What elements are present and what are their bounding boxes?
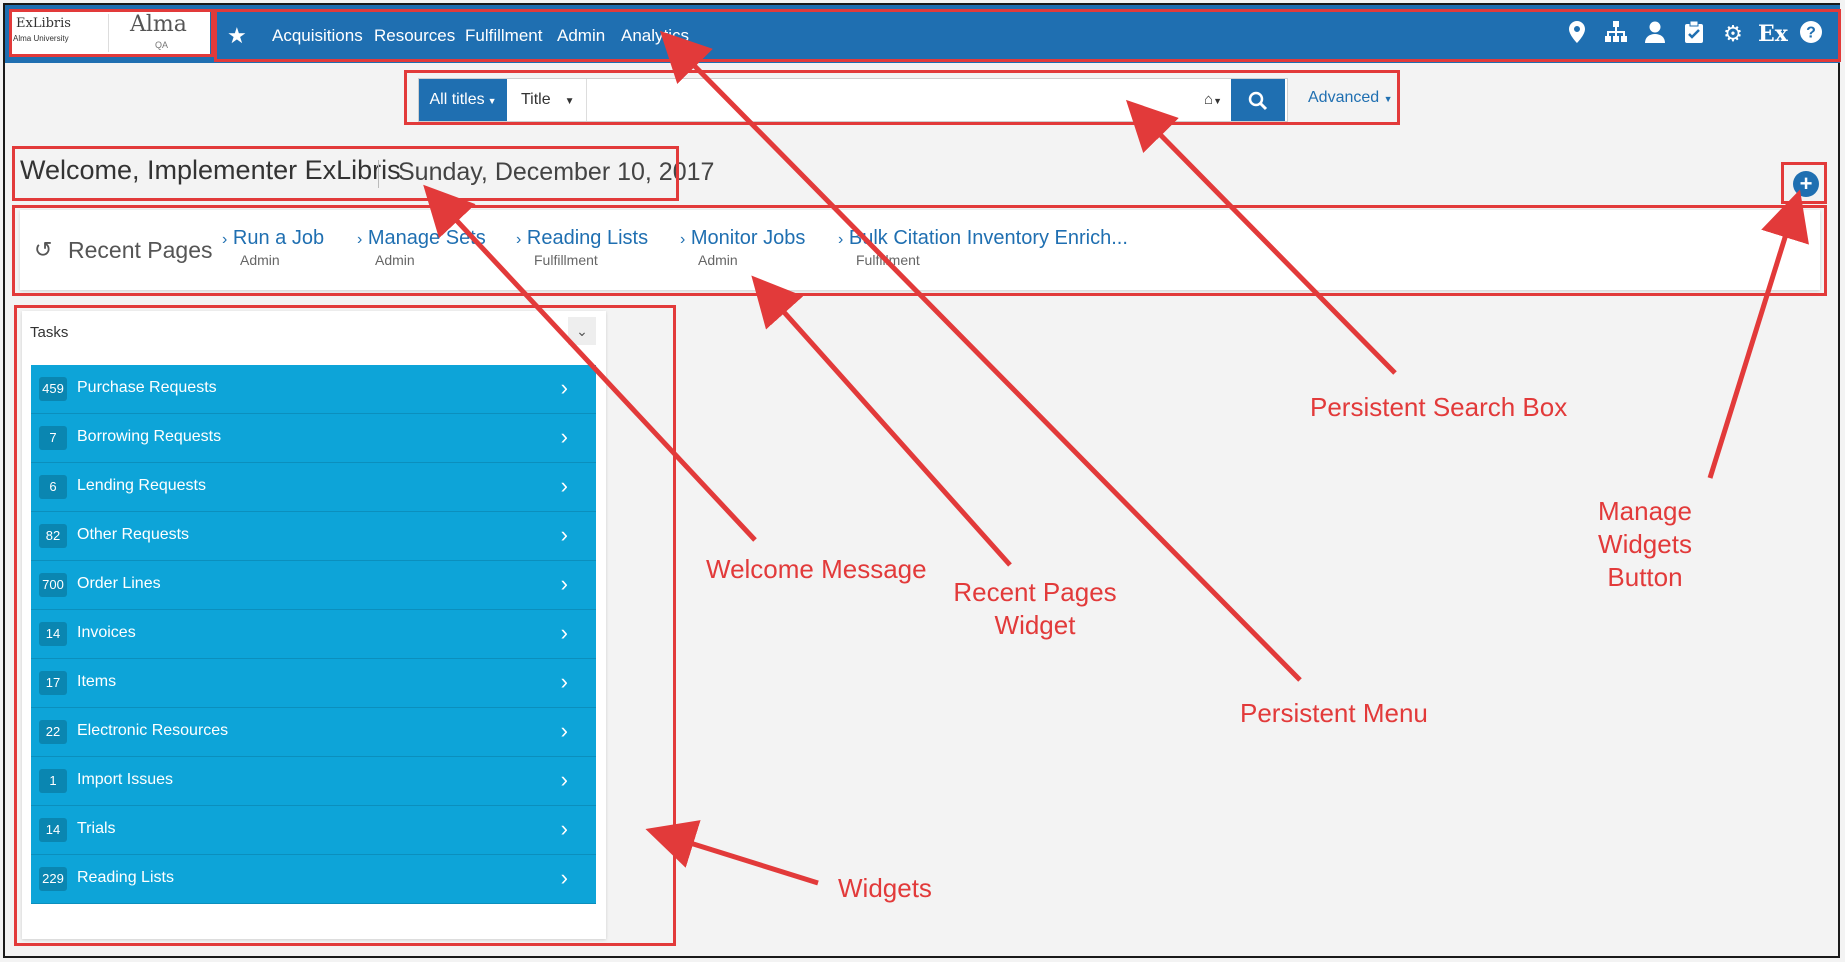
arrow-manage-widgets <box>1707 189 1809 479</box>
arrow-recent-pages <box>751 275 1012 567</box>
label-manage-widgets-button: Manage Widgets Button <box>1598 496 1692 592</box>
arrow-search-box <box>1125 99 1397 375</box>
arrow-widgets <box>645 820 819 886</box>
label-recent-pages-widget: Recent Pages Widget <box>953 577 1117 640</box>
annotation-arrows <box>423 30 1809 886</box>
label-persistent-menu: Persistent Menu <box>1240 698 1428 728</box>
label-welcome-message: Welcome Message <box>706 554 927 584</box>
label-persistent-search-box: Persistent Search Box <box>1310 392 1568 422</box>
arrow-welcome-message <box>423 184 757 542</box>
label-widgets: Widgets <box>838 873 932 903</box>
